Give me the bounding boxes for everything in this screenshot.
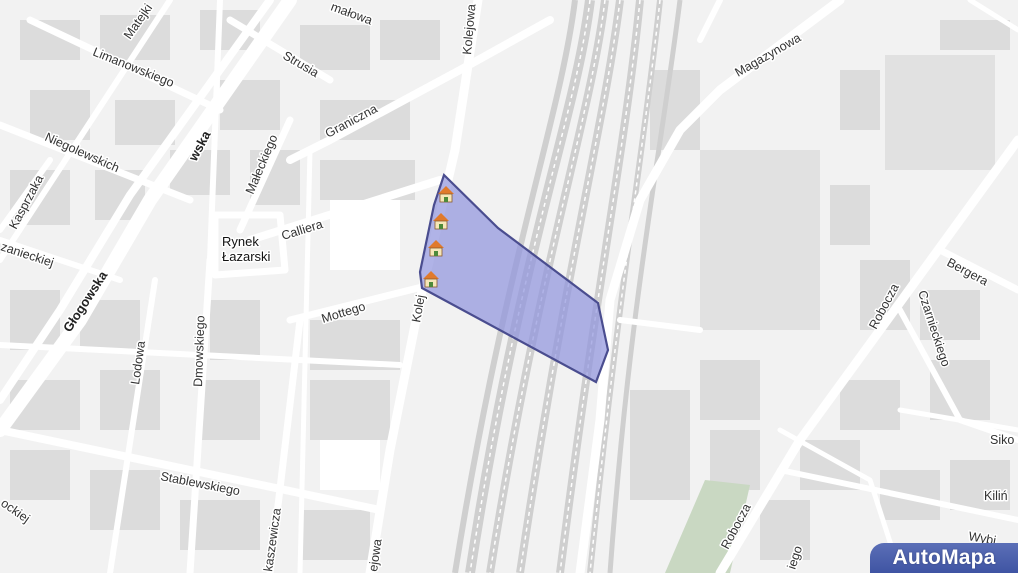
street-label-kaszewicza: kaszewicza (261, 507, 284, 572)
street-label-zanieckiej: zanieckiej (0, 240, 56, 270)
street-label-dmowskiego: Dmowskiego (191, 315, 207, 387)
street-label-kolej-mid: Kolej (409, 294, 428, 324)
map-view[interactable]: wska Głogowska Matejki Limanowskiego Str… (0, 0, 1018, 573)
street-label-malowa: małowa (329, 0, 374, 28)
place-label-line1: Rynek (222, 234, 259, 249)
street-label-siko: Siko (990, 433, 1014, 447)
place-label-line2: Łazarski (222, 249, 271, 264)
street-label-kolejowa-top: Kolejowa (460, 3, 478, 55)
street-label-magazynowa: Magazynowa (733, 31, 804, 80)
street-label-ockiej: ockiej (0, 496, 32, 526)
street-label-kilins: Kiliń (984, 489, 1008, 503)
map-canvas[interactable]: wska Głogowska Matejki Limanowskiego Str… (0, 0, 1018, 573)
automapa-logo[interactable]: AutoMapa (870, 543, 1018, 573)
